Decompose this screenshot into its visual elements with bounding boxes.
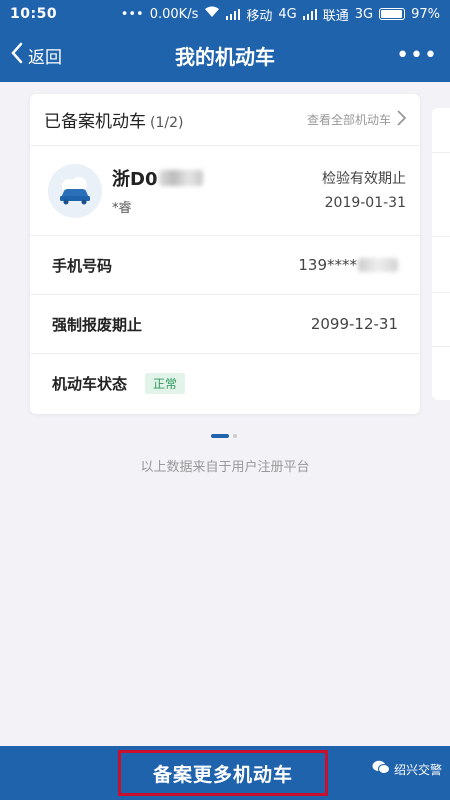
vehicle-count: (1/2) [150, 115, 184, 131]
scrap-date-row: 强制报废期止 2099-12-31 [30, 295, 420, 354]
network-type-1: 4G [278, 6, 297, 22]
car-icon [48, 163, 102, 218]
pager-dot [233, 434, 237, 438]
phone-label: 手机号码 [52, 256, 113, 275]
redacted-plate [159, 170, 204, 186]
plate-block: 浙D0 *睿 [112, 165, 322, 216]
signal-icon [302, 8, 317, 20]
chevron-left-icon [10, 42, 24, 69]
back-button[interactable]: 返回 [10, 28, 62, 82]
status-indicators: ••• 0.00K/s 移动 4G 联通 3G 97% [121, 5, 440, 24]
scrap-date-label: 强制报废期止 [52, 315, 143, 334]
signal-icon [226, 8, 241, 20]
inspection-label: 检验有效期止 [322, 170, 406, 187]
pager-dot-active [211, 434, 229, 438]
inspection-date: 2019-01-31 [324, 194, 406, 211]
phone-value: 139**** [298, 256, 398, 274]
page-title: 我的机动车 [175, 44, 275, 69]
vehicle-card: 已备案机动车 (1/2) 查看全部机动车 浙D0 *睿 检验有效期止 2019-… [30, 94, 420, 414]
more-dots-icon: ••• [396, 42, 438, 68]
status-time: 10:50 [10, 6, 58, 22]
card-header: 已备案机动车 (1/2) 查看全部机动车 [30, 94, 420, 146]
bottom-bar: 备案更多机动车 绍兴交警 [0, 746, 450, 800]
vehicle-status-row: 机动车状态 正常 [30, 354, 420, 413]
redacted-phone [358, 258, 398, 272]
network-type-2: 3G [354, 6, 374, 22]
phone-row: 手机号码 139**** [30, 236, 420, 295]
battery-icon [379, 8, 406, 20]
chevron-right-icon [397, 110, 407, 129]
register-more-vehicles-button[interactable]: 备案更多机动车 [118, 750, 328, 796]
view-all-label: 查看全部机动车 [306, 113, 391, 127]
back-label: 返回 [28, 47, 62, 68]
card-title-text: 已备案机动车 [44, 112, 146, 132]
watermark: 绍兴交警 [372, 760, 442, 778]
license-plate-text: 浙D0 [112, 169, 158, 190]
card-pager [211, 434, 237, 438]
card-title: 已备案机动车 (1/2) [44, 107, 183, 132]
next-card-peek[interactable] [432, 108, 450, 400]
carrier-2: 联通 [322, 8, 349, 24]
status-badge: 正常 [145, 373, 186, 394]
scrap-date-value: 2099-12-31 [310, 315, 398, 333]
phone-number: 139**** [298, 256, 357, 274]
data-source-note: 以上数据来自于用户注册平台 [140, 460, 310, 475]
network-speed: 0.00K/s [149, 6, 199, 22]
wifi-icon [204, 6, 220, 22]
carrier-1: 移动 [246, 8, 273, 24]
inspection-expiry: 检验有效期止 2019-01-31 [322, 167, 406, 215]
vehicle-status-label: 机动车状态 [52, 375, 128, 393]
battery-level: 97% [411, 6, 440, 22]
status-bar: 10:50 ••• 0.00K/s 移动 4G 联通 3G 97% [0, 0, 450, 28]
license-plate: 浙D0 [112, 165, 322, 191]
vehicle-summary[interactable]: 浙D0 *睿 检验有效期止 2019-01-31 [30, 146, 420, 236]
owner-name: *睿 [112, 201, 132, 216]
notification-dots-icon: ••• [120, 6, 144, 22]
watermark-text: 绍兴交警 [393, 762, 442, 777]
view-all-vehicles-link[interactable]: 查看全部机动车 [306, 110, 407, 129]
nav-bar: 返回 我的机动车 ••• [0, 28, 450, 82]
wechat-icon [372, 760, 390, 778]
more-button[interactable]: ••• [396, 28, 438, 82]
